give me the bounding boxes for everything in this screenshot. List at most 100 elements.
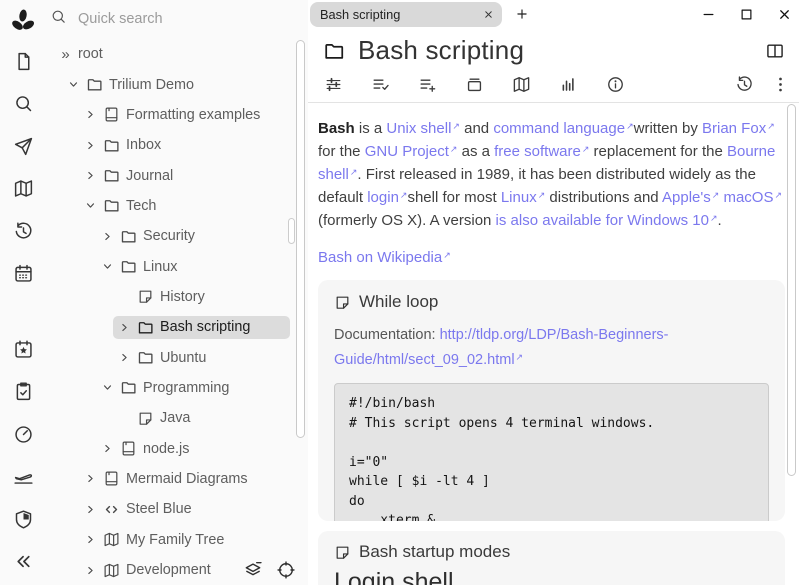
folder-icon [120, 258, 137, 275]
book-icon [103, 106, 120, 123]
basic-properties-button[interactable] [324, 75, 343, 94]
note-map-button[interactable] [0, 168, 46, 211]
scroll-to-active-note-button[interactable] [276, 560, 296, 580]
inherited-attributes-button[interactable] [418, 75, 437, 94]
include-note-bash-startup-modes: Bash startup modes Login shell As a "log… [318, 531, 785, 585]
launcher-bottom [0, 541, 46, 584]
login-shell-heading: Login shell [334, 568, 769, 585]
expand-arrow-icon[interactable] [84, 533, 97, 546]
code-block[interactable]: #!/bin/bash # This script opens 4 termin… [334, 383, 769, 521]
calendar-button[interactable] [0, 253, 46, 296]
external-link[interactable]: GNU Project [365, 143, 458, 160]
pane-resize-handle[interactable] [288, 218, 295, 244]
quick-search-input[interactable] [76, 10, 270, 28]
expand-arrow-icon[interactable] [118, 351, 131, 364]
tree-item-history[interactable]: History [46, 282, 308, 312]
collapse-arrow-icon[interactable] [101, 260, 114, 273]
window-close-button[interactable] [777, 7, 792, 22]
expand-arrow-icon[interactable] [101, 442, 114, 455]
travel-button[interactable] [0, 456, 46, 499]
tree-item-journal[interactable]: Journal [46, 160, 308, 190]
tab-bash-scripting[interactable]: Bash scripting [310, 2, 502, 27]
security-button[interactable] [0, 498, 46, 541]
expand-arrow-icon[interactable] [118, 321, 131, 334]
quick-search [46, 0, 308, 38]
external-link[interactable]: macOS [723, 189, 782, 206]
include-note-title[interactable]: While loop [359, 292, 438, 312]
task-manager-button[interactable] [0, 371, 46, 414]
note-title[interactable]: Bash scripting [358, 35, 752, 66]
tree-item-java[interactable]: Java [46, 403, 308, 433]
external-link[interactable]: Apple's [662, 189, 719, 206]
tree-item-label: Journal [126, 168, 173, 184]
tree-item-ubuntu[interactable]: Ubuntu [46, 342, 308, 372]
tree-item-steel-blue[interactable]: Steel Blue [46, 494, 308, 524]
window-controls [701, 7, 799, 22]
expand-arrow-icon[interactable] [84, 139, 97, 152]
tree-item-formatting-examples[interactable]: Formatting examples [46, 100, 308, 130]
minimize-button[interactable] [701, 7, 716, 22]
external-link[interactable]: free software [494, 143, 589, 160]
tree-item-security[interactable]: Security [46, 221, 308, 251]
expand-arrow-icon[interactable] [101, 230, 114, 243]
expand-arrow-icon[interactable] [84, 108, 97, 121]
tree-item-mermaid-diagrams[interactable]: Mermaid Diagrams [46, 464, 308, 494]
new-tab-button[interactable] [515, 7, 529, 21]
include-note-title[interactable]: Bash startup modes [359, 542, 510, 562]
content-scrollbar[interactable] [787, 104, 796, 476]
note-info-button[interactable] [606, 75, 625, 94]
collapse-tree-button[interactable] [243, 560, 263, 580]
note-paths-button[interactable] [465, 75, 484, 94]
external-link[interactable]: Linux [501, 189, 545, 206]
tree-item-label: Bash scripting [160, 319, 250, 335]
note-map-button[interactable] [512, 75, 531, 94]
collapse-arrow-icon[interactable] [84, 199, 97, 212]
map-icon [103, 531, 120, 548]
tree-item-label: Java [160, 410, 190, 426]
external-link[interactable]: Brian Fox [702, 120, 775, 137]
external-link[interactable]: command language [493, 120, 633, 137]
collapse-launcher-button[interactable] [0, 541, 46, 584]
tree-item-linux[interactable]: Linux [46, 251, 308, 281]
tree-item-label: Formatting examples [126, 107, 260, 123]
tree-item-trilium-demo[interactable]: Trilium Demo [46, 69, 308, 99]
tree-item-root[interactable]: »root [46, 39, 308, 69]
tab-close-icon[interactable] [483, 9, 494, 20]
expand-arrow-icon[interactable] [84, 503, 97, 516]
collapse-arrow-icon[interactable] [101, 381, 114, 394]
tree-item-inbox[interactable]: Inbox [46, 130, 308, 160]
external-link[interactable]: is also available for Windows 10 [496, 212, 718, 229]
tree-item-bash-scripting[interactable]: Bash scripting [46, 312, 308, 342]
tree-item-my-family-tree[interactable]: My Family Tree [46, 525, 308, 555]
wikipedia-link[interactable]: Bash on Wikipedia [318, 249, 451, 266]
expand-arrow-icon[interactable] [84, 169, 97, 182]
tree-item-programming[interactable]: Programming [46, 373, 308, 403]
jump-to-note-button[interactable] [0, 125, 46, 168]
recent-changes-button[interactable] [0, 210, 46, 253]
new-note-button[interactable] [0, 40, 46, 83]
ribbon-toolbar [308, 66, 799, 103]
dashboard-button[interactable] [0, 413, 46, 456]
launcher-middle [0, 328, 46, 541]
tree-item-tech[interactable]: Tech [46, 191, 308, 221]
note-icon [137, 410, 154, 427]
tree-item-node-js[interactable]: node.js [46, 433, 308, 463]
note-content: Bash is a Unix shell and command languag… [308, 103, 799, 585]
expand-root-icon[interactable]: » [59, 48, 72, 61]
tree-item-label: History [160, 289, 205, 305]
tree-scrollbar[interactable] [296, 40, 305, 438]
text-segment: . [718, 212, 722, 229]
collapse-arrow-icon[interactable] [67, 78, 80, 91]
external-link[interactable]: Unix shell [386, 120, 460, 137]
note-revisions-button[interactable] [735, 75, 754, 94]
special-date-button[interactable] [0, 328, 46, 371]
maximize-button[interactable] [739, 7, 754, 22]
search-button[interactable] [0, 83, 46, 126]
external-link[interactable]: login [367, 189, 407, 206]
owned-attributes-button[interactable] [371, 75, 390, 94]
create-split-icon[interactable] [765, 41, 785, 61]
expand-arrow-icon[interactable] [84, 472, 97, 485]
similar-notes-button[interactable] [559, 75, 578, 94]
more-actions-button[interactable] [771, 75, 790, 94]
expand-arrow-icon[interactable] [84, 564, 97, 577]
